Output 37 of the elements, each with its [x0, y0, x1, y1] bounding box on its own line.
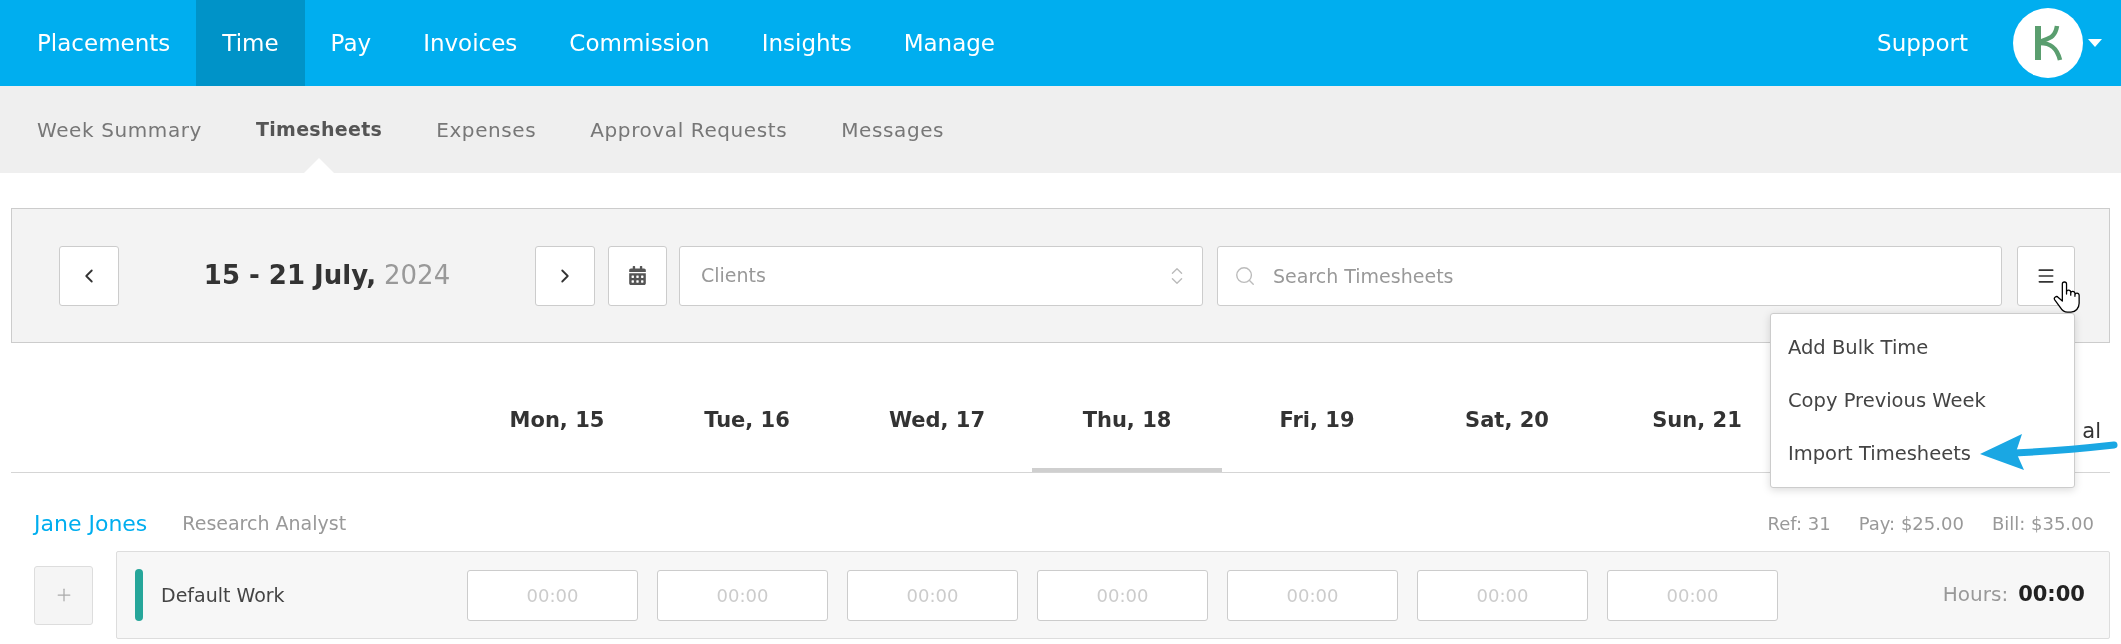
sub-nav-tab[interactable]: Expenses	[436, 86, 537, 173]
reference-text: Ref: 31	[1767, 511, 1831, 536]
clients-select[interactable]: Clients	[679, 245, 1203, 306]
bill-rate-text: Bill: $35.00	[1991, 511, 2094, 536]
caret-icon	[2088, 39, 2102, 47]
sub-nav-tab[interactable]: Timesheets	[256, 86, 383, 173]
work-type-label: Default Work	[161, 582, 285, 608]
nav-tab[interactable]: Time	[196, 0, 305, 86]
next-week-button[interactable]	[535, 245, 595, 306]
menu-item[interactable]: Add Bulk Time	[1771, 321, 2074, 374]
menu-item[interactable]: Import Timesheets	[1771, 427, 2074, 480]
search-field[interactable]: Search Timesheets	[1217, 245, 2002, 306]
day-header: Tue, 16	[703, 406, 791, 434]
support-link[interactable]: Support	[1877, 0, 1968, 86]
year-text: 2024	[384, 259, 451, 292]
employee-name-link[interactable]: Jane Jones	[34, 506, 148, 540]
sub-nav-tab[interactable]: Week Summary	[37, 86, 202, 173]
hours-total: 00:00	[2018, 581, 2085, 609]
job-title-text: Research Analyst	[182, 510, 347, 536]
day-header: Sat, 20	[1464, 406, 1550, 434]
sub-nav-tab[interactable]: Messages	[841, 86, 945, 173]
calendar-icon	[628, 266, 647, 285]
day-header: Thu, 18	[1032, 373, 1222, 472]
search-icon	[1234, 264, 1256, 287]
day-header: Sun, 21	[1651, 406, 1743, 434]
menu-item[interactable]: Copy Previous Week	[1771, 374, 2074, 427]
column-header-text: al	[2082, 417, 2101, 445]
day-header: Wed, 17	[887, 406, 987, 434]
pay-rate-text: Pay: $25.00	[1858, 511, 1964, 536]
calendar-button[interactable]	[608, 245, 667, 306]
sub-nav-tab[interactable]: Approval Requests	[590, 86, 788, 173]
day-header: Mon, 15	[508, 406, 606, 434]
hours-label: Hours:	[1942, 581, 2009, 609]
date-range-text: 15 - 21 July,	[203, 259, 376, 292]
previous-week-button[interactable]	[59, 245, 119, 306]
day-header: Fri, 19	[1278, 406, 1356, 434]
logo-icon	[2013, 8, 2083, 78]
